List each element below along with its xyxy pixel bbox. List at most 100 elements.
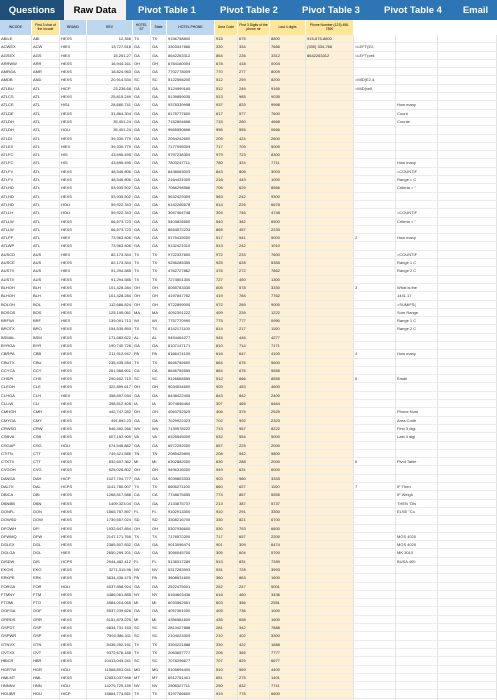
cell-incode[interactable]: FORGA bbox=[0, 582, 32, 591]
cell-brand[interactable]: HEXS bbox=[60, 433, 87, 442]
cell-incode-prefix[interactable]: AMR bbox=[32, 68, 60, 77]
cell-state[interactable]: GA bbox=[151, 217, 167, 226]
cell-state[interactable]: GA bbox=[151, 242, 167, 251]
cell-state[interactable]: TN bbox=[151, 449, 167, 459]
cell-hotel-st[interactable]: GA bbox=[133, 51, 151, 60]
cell-state[interactable]: CA bbox=[151, 491, 167, 500]
cell-state[interactable]: OH bbox=[151, 300, 167, 309]
cell-hotel-phone[interactable]: 6033562551 bbox=[167, 599, 215, 608]
cell-incode-prefix[interactable]: ATL bbox=[32, 101, 60, 110]
cell-hotel-phone[interactable]: 5105694400 bbox=[167, 665, 215, 674]
cell-brand[interactable]: HICP bbox=[60, 474, 87, 484]
cell-helper-formula[interactable] bbox=[354, 325, 396, 334]
cell-brand[interactable]: HEXS bbox=[60, 300, 87, 309]
cell-notes-col[interactable] bbox=[438, 607, 497, 616]
cell-questions-col[interactable]: BUSA 400 bbox=[396, 557, 438, 566]
cell-incode[interactable]: ARRWW bbox=[0, 59, 32, 69]
cell-helper-formula[interactable]: 6 bbox=[354, 458, 396, 467]
cell-phone-number[interactable] bbox=[306, 176, 354, 185]
cell-hotel-phone[interactable]: 7066298566 bbox=[167, 184, 215, 193]
cell-phone-last4[interactable]: 9998 bbox=[270, 101, 306, 110]
cell-hotel-st[interactable]: MA bbox=[133, 308, 151, 318]
cell-phone-number[interactable] bbox=[306, 151, 354, 160]
cell-phone-first3[interactable]: 291 bbox=[238, 507, 270, 517]
cell-phone-number[interactable] bbox=[306, 300, 354, 309]
cell-phone-number[interactable] bbox=[306, 366, 354, 376]
cell-phone-first3[interactable]: 424 bbox=[238, 134, 270, 143]
header-phone-first3[interactable]: First 3 Digits of the phone ntr bbox=[238, 20, 270, 35]
cell-helper-formula[interactable] bbox=[354, 300, 396, 309]
cell-questions-col[interactable]: Criteria = " bbox=[396, 217, 438, 226]
cell-rev[interactable]: 91,294.585 bbox=[87, 275, 133, 284]
cell-brand[interactable]: HIEX bbox=[60, 250, 87, 260]
cell-phone-last4[interactable]: 6600 bbox=[270, 524, 306, 533]
cell-phone-first3[interactable]: 239 bbox=[238, 308, 270, 318]
cell-phone-last4[interactable]: 1401 bbox=[270, 673, 306, 683]
cell-hotel-st[interactable]: GA bbox=[133, 167, 151, 177]
cell-notes-col[interactable] bbox=[438, 209, 497, 218]
cell-hotel-phone[interactable]: 9454464277 bbox=[167, 333, 215, 342]
cell-state[interactable]: VA bbox=[151, 433, 167, 442]
cell-state[interactable]: GA bbox=[151, 441, 167, 450]
cell-phone-last4[interactable]: 1000 bbox=[270, 607, 306, 616]
cell-brand[interactable]: HEXS bbox=[60, 167, 87, 177]
cell-hotel-st[interactable]: GA bbox=[133, 134, 151, 143]
cell-state[interactable]: GA bbox=[151, 234, 167, 243]
cell-questions-col[interactable] bbox=[396, 134, 438, 143]
cell-helper-formula[interactable] bbox=[354, 126, 396, 135]
cell-state[interactable]: GA bbox=[151, 101, 167, 110]
tab-pivot-table-3[interactable]: Pivot Table 3 bbox=[290, 0, 372, 20]
cell-questions-col[interactable] bbox=[396, 43, 438, 52]
cell-brand[interactable]: HEXS bbox=[60, 599, 87, 608]
cell-brand[interactable]: HEXS bbox=[60, 341, 87, 351]
cell-state[interactable]: GA bbox=[151, 607, 167, 616]
cell-phone-number[interactable] bbox=[306, 615, 354, 625]
cell-hotel-phone[interactable]: 3056045700 bbox=[167, 549, 215, 558]
cell-area-code[interactable]: 252 bbox=[215, 582, 238, 591]
cell-incode-prefix[interactable]: CSG bbox=[32, 441, 60, 450]
cell-questions-col[interactable] bbox=[396, 142, 438, 152]
cell-notes-col[interactable] bbox=[438, 184, 497, 193]
cell-incode[interactable]: ATLDH bbox=[0, 117, 32, 127]
cell-phone-first3[interactable]: 723 bbox=[238, 151, 270, 160]
cell-incode[interactable]: CMYGA bbox=[0, 416, 32, 425]
cell-brand[interactable]: HIEX bbox=[60, 234, 87, 243]
cell-hotel-st[interactable]: OH bbox=[133, 283, 151, 293]
cell-incode-prefix[interactable]: ATL bbox=[32, 142, 60, 152]
cell-rev[interactable]: 82,173.344 bbox=[87, 250, 133, 260]
cell-hotel-phone[interactable]: 2104023300 bbox=[167, 632, 215, 641]
cell-helper-formula[interactable] bbox=[354, 416, 396, 425]
cell-hotel-phone[interactable]: 3308216700 bbox=[167, 516, 215, 525]
cell-hotel-st[interactable]: GA bbox=[133, 151, 151, 160]
cell-brand[interactable]: HIEX bbox=[60, 317, 87, 326]
cell-hotel-st[interactable]: OH bbox=[133, 300, 151, 309]
cell-area-code[interactable]: 717 bbox=[215, 532, 238, 542]
cell-questions-col[interactable] bbox=[396, 126, 438, 135]
cell-hotel-st[interactable]: GA bbox=[133, 126, 151, 135]
cell-incode-prefix[interactable]: AND bbox=[32, 76, 60, 85]
cell-incode-prefix[interactable]: HGR bbox=[32, 665, 60, 674]
cell-incode[interactable]: BLHOH bbox=[0, 283, 32, 293]
cell-questions-col[interactable] bbox=[396, 275, 438, 284]
cell-phone-number[interactable] bbox=[306, 607, 354, 616]
cell-phone-first3[interactable]: 249 bbox=[238, 84, 270, 94]
cell-rev[interactable]: 1932,647.854 bbox=[87, 524, 133, 533]
cell-questions-col[interactable] bbox=[396, 225, 438, 235]
cell-questions-col[interactable] bbox=[396, 599, 438, 608]
cell-rev[interactable]: 73,963.406 bbox=[87, 234, 133, 243]
cell-phone-number[interactable] bbox=[306, 474, 354, 484]
cell-hotel-st[interactable]: GA bbox=[133, 499, 151, 508]
cell-helper-formula[interactable] bbox=[354, 134, 396, 143]
cell-incode-prefix[interactable]: CMY bbox=[32, 416, 60, 425]
cell-phone-first3[interactable]: 446 bbox=[238, 333, 270, 342]
cell-hotel-phone[interactable]: 5307936600 bbox=[167, 524, 215, 533]
cell-hotel-st[interactable]: WI bbox=[133, 317, 151, 326]
cell-helper-formula[interactable] bbox=[354, 665, 396, 674]
cell-hotel-st[interactable]: TX bbox=[133, 35, 151, 44]
cell-helper-formula[interactable] bbox=[354, 566, 396, 575]
cell-helper-formula[interactable] bbox=[354, 400, 396, 409]
cell-phone-last4[interactable]: 5001 bbox=[270, 582, 306, 591]
cell-hotel-st[interactable]: OH bbox=[133, 59, 151, 69]
cell-incode-prefix[interactable]: FOR bbox=[32, 582, 60, 591]
cell-incode-prefix[interactable]: AUS bbox=[32, 250, 60, 260]
